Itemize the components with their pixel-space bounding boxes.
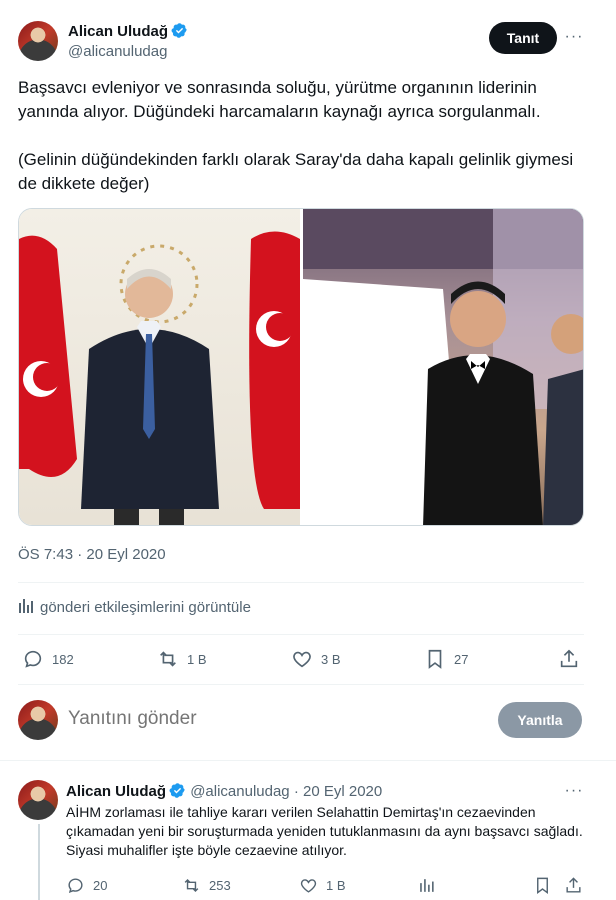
reply-action[interactable]: 20 [66,876,107,895]
reply-date[interactable]: 20 Eyl 2020 [303,783,382,800]
analytics-action[interactable] [417,876,444,895]
analytics-icon [19,599,33,613]
retweet-action[interactable]: 1 B [157,648,207,670]
separator: · [293,783,299,800]
my-avatar[interactable] [18,700,58,740]
divider [0,760,616,761]
author-name[interactable]: Alican Uludağ [68,22,188,40]
share-icon [560,649,578,668]
retweet-icon [160,651,176,667]
reply-author-handle[interactable]: @alicanuludag [190,783,289,800]
retweet-count: 1 B [187,651,207,667]
reply-author-avatar[interactable] [18,780,58,820]
author-avatar[interactable] [18,21,58,61]
tweet-timestamp[interactable]: ÖS 7:43 · 20 Eyl 2020 [18,546,166,563]
like-action[interactable]: 3 B [291,648,341,670]
reply-button[interactable]: Yanıtla [498,702,582,738]
bookmark-icon [428,649,442,669]
media-image-left[interactable] [19,209,300,525]
share-action[interactable] [558,648,588,670]
bookmark-icon [537,877,548,895]
more-options-icon[interactable]: ··· [564,783,584,804]
thread-line [38,824,40,900]
photo-illustration [303,209,583,525]
reply-header: Alican Uludağ @alicanuludag · 20 Eyl 202… [66,782,382,800]
verified-badge-icon [171,23,187,38]
share-action[interactable] [564,876,591,895]
reply-icon [24,650,42,668]
like-count: 1 B [326,878,346,893]
verified-badge-icon [169,783,185,798]
tweet-paragraph: (Gelinin düğündekinden farklı olarak Sar… [18,150,574,193]
reply-input[interactable] [68,708,468,730]
tweet-text: Başsavcı evleniyor ve sonrasında soluğu,… [18,76,578,220]
media-image-right[interactable] [303,209,583,525]
like-action[interactable]: 1 B [299,876,346,895]
reply-text: AİHM zorlaması ile tahliye kararı verile… [66,804,583,858]
bookmark-action[interactable] [533,876,560,895]
divider [18,684,584,685]
heart-icon [293,651,311,668]
bookmark-action[interactable]: 27 [424,648,468,670]
divider [18,582,584,583]
divider [18,634,584,635]
follow-button[interactable]: Tanıt [489,22,557,54]
analytics-icon [420,879,434,892]
heart-icon [300,879,317,893]
reply-count: 182 [52,651,74,667]
reply-count: 20 [93,878,108,893]
more-options-icon[interactable]: ··· [564,29,584,50]
analytics-label: gönderi etkileşimlerini görüntüle [40,599,251,616]
tweet-media[interactable] [18,208,584,526]
reply-author-name[interactable]: Alican Uludağ [66,783,166,800]
retweet-icon [184,878,199,893]
like-count: 3 B [321,651,341,667]
retweet-action[interactable]: 253 [182,876,231,895]
photo-illustration [19,231,300,525]
bookmark-count: 27 [454,651,469,667]
retweet-count: 253 [209,878,231,893]
author-handle[interactable]: @alicanuludag [68,43,167,60]
tweet-paragraph: Başsavcı evleniyor ve sonrasında soluğu,… [18,78,541,121]
share-icon [566,877,581,893]
reply-icon [68,878,83,893]
reply-action[interactable]: 182 [22,648,74,670]
view-engagements-link[interactable]: gönderi etkileşimlerini görüntüle [18,598,251,616]
